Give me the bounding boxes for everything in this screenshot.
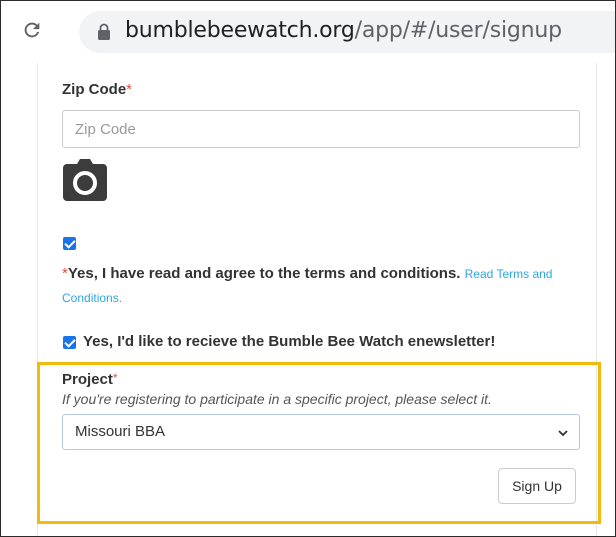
- newsletter-checkbox[interactable]: [63, 336, 76, 349]
- zip-code-label-text: Zip Code: [62, 81, 127, 98]
- zip-code-input[interactable]: [62, 110, 580, 148]
- camera-icon[interactable]: [62, 158, 108, 202]
- zip-code-label: Zip Code*: [62, 81, 132, 98]
- url-domain: bumblebeewatch.org: [125, 18, 355, 43]
- terms-text: Yes, I have read and agree to the terms …: [67, 265, 461, 282]
- screenshot-frame: bumblebeewatch.org/app/#/user/signup Zip…: [0, 0, 616, 537]
- url-text[interactable]: bumblebeewatch.org/app/#/user/signup: [125, 15, 562, 47]
- newsletter-text: Yes, I'd like to recieve the Bumble Bee …: [83, 333, 496, 350]
- reload-icon[interactable]: [21, 19, 43, 41]
- required-mark: *: [126, 81, 133, 98]
- highlight-box: [37, 362, 601, 524]
- browser-toolbar: bumblebeewatch.org/app/#/user/signup: [1, 1, 615, 63]
- url-path: /app/#/user/signup: [354, 18, 562, 43]
- terms-agreement: *Yes, I have read and agree to the terms…: [62, 262, 582, 310]
- lock-icon[interactable]: [97, 23, 111, 41]
- terms-checkbox[interactable]: [63, 237, 76, 250]
